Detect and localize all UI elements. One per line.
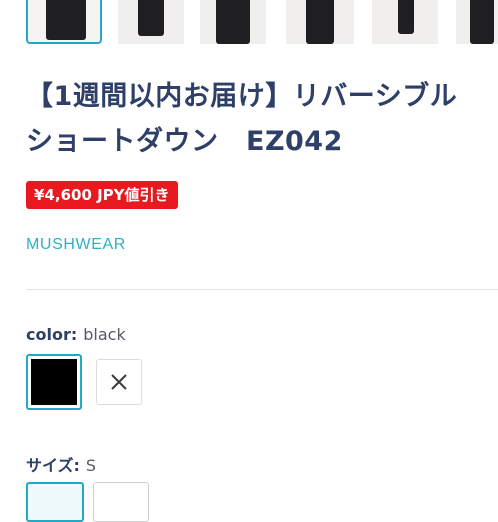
size-button[interactable]	[93, 482, 149, 522]
size-button-selected[interactable]	[26, 482, 84, 522]
color-swatch-unavailable[interactable]	[96, 359, 142, 405]
color-swatch-fill	[31, 359, 77, 405]
thumbnail-strip	[0, 0, 498, 46]
thumbnail-5[interactable]	[372, 0, 438, 44]
thumbnail-1[interactable]	[26, 0, 102, 44]
size-selected-value: S	[85, 456, 97, 475]
close-icon	[111, 374, 127, 390]
thumbnail-3[interactable]	[200, 0, 266, 44]
divider	[26, 289, 498, 290]
thumbnail-2[interactable]	[118, 0, 184, 44]
product-title: 【1週間以内お届け】リバーシブルショートダウン EZ042	[26, 81, 458, 157]
color-selected-value: black	[83, 325, 126, 344]
color-option-label: color: black	[26, 325, 126, 344]
color-swatch-black[interactable]	[26, 354, 82, 410]
color-option-name: color:	[26, 325, 78, 344]
thumbnail-6[interactable]	[456, 0, 498, 44]
vendor-link[interactable]: MUSHWEAR	[26, 236, 126, 254]
size-option-name: サイズ:	[26, 456, 80, 475]
discount-badge: ¥4,600 JPY値引き	[26, 181, 178, 209]
size-option-label: サイズ: S	[26, 452, 96, 476]
thumbnail-4[interactable]	[286, 0, 354, 44]
